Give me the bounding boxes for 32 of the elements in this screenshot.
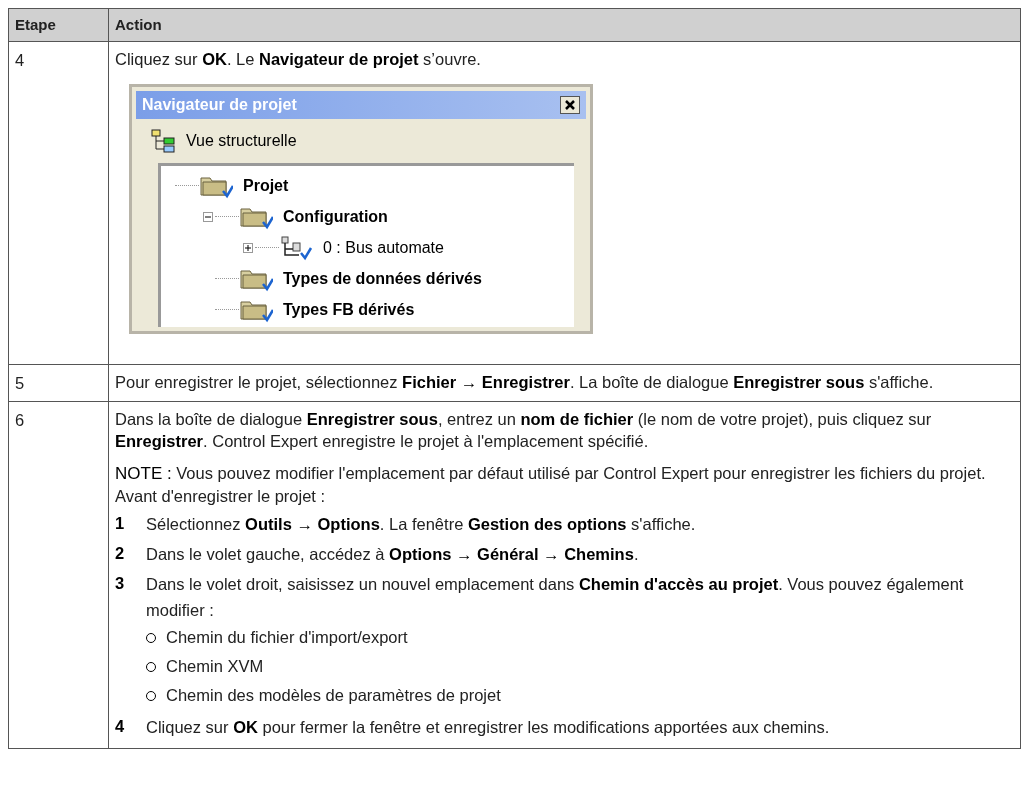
tree-item[interactable]: Projet <box>243 173 289 198</box>
bullet-text: Chemin des modèles de paramètres de projet <box>166 685 501 707</box>
column-header: Action <box>108 8 1021 42</box>
window-title: Navigateur de projet <box>142 95 297 115</box>
tree-item[interactable]: 0 : Bus automate <box>323 235 444 260</box>
instruction-text: Dans la boîte de dialogue Enregistrer sous, entrez un nom de fichier (le nom de votre projet), puis cliquez sur Enregistrer. Control Expert enregistre le projet à l'emplacement spécifié. <box>115 409 933 452</box>
instruction-text: Pour enregistrer le projet, sélectionnez Fichier → Enregistrer. La boîte de dialogue Enregistrer sous s'affiche. <box>115 372 935 393</box>
step-number: 4 <box>8 41 109 365</box>
instruction-text: Cliquez sur OK. Le Navigateur de projet s’ouvre. <box>115 49 482 70</box>
list-item-text: Cliquez sur OK pour fermer la fenêtre et enregistrer les modifications apportées aux chemins. <box>146 717 831 738</box>
list-item-text: Dans le volet gauche, accédez à Options → Général → Chemins. <box>146 544 640 565</box>
close-icon[interactable] <box>560 96 580 114</box>
bullet-text: Chemin XVM <box>166 656 264 678</box>
list-item-text: Dans le volet droit, saisissez un nouvel emplacement dans Chemin d'accès au projet. Vous pouvez également modifier : <box>146 574 965 621</box>
list-number: 4 <box>115 716 126 737</box>
tree-item[interactable]: Types FB dérivés <box>283 297 415 322</box>
tree-item[interactable]: Configuration <box>283 204 388 229</box>
tree-view-icon <box>150 128 178 154</box>
network-icon <box>279 234 313 261</box>
tree-item[interactable]: Types de données dérivés <box>283 266 482 291</box>
bullet-text: Chemin du fichier d'import/export <box>166 627 408 649</box>
collapse-toggle-icon[interactable] <box>203 211 213 222</box>
list-item-text: Sélectionnez Outils → Options. La fenêtre Gestion des options s'affiche. <box>146 514 697 535</box>
list-number: 3 <box>115 573 126 594</box>
step-number: 5 <box>8 364 109 402</box>
list-number: 2 <box>115 543 126 564</box>
view-label: Vue structurelle <box>186 131 297 151</box>
expand-toggle-icon[interactable] <box>243 242 253 253</box>
note-text: NOTE : Vous pouvez modifier l'emplacement par défaut utilisé par Control Expert pour enregistrer les fichiers du projet. Avant d'enregistrer le projet : <box>115 463 987 507</box>
step-number: 6 <box>8 401 109 749</box>
column-header: Etape <box>8 8 109 42</box>
list-number: 1 <box>115 513 126 534</box>
